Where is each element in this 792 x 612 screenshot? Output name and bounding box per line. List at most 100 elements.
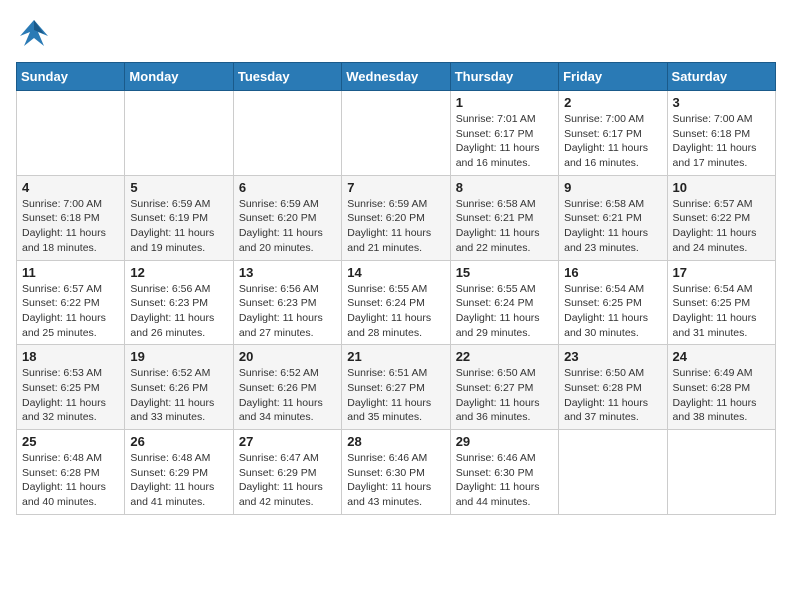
day-number: 19: [130, 349, 227, 364]
day-info: Sunrise: 6:49 AM Sunset: 6:28 PM Dayligh…: [673, 366, 770, 425]
day-number: 28: [347, 434, 444, 449]
day-cell: 8 Sunrise: 6:58 AM Sunset: 6:21 PM Daylig…: [450, 175, 558, 260]
day-info: Sunrise: 7:00 AM Sunset: 6:17 PM Dayligh…: [564, 112, 661, 171]
day-cell: 13 Sunrise: 6:56 AM Sunset: 6:23 PM Dayli…: [233, 260, 341, 345]
day-cell: 11 Sunrise: 6:57 AM Sunset: 6:22 PM Dayli…: [17, 260, 125, 345]
day-cell: 21 Sunrise: 6:51 AM Sunset: 6:27 PM Dayli…: [342, 345, 450, 430]
weekday-header-thursday: Thursday: [450, 63, 558, 91]
day-number: 23: [564, 349, 661, 364]
day-cell: 4 Sunrise: 7:00 AM Sunset: 6:18 PM Daylig…: [17, 175, 125, 260]
day-cell: [233, 91, 341, 176]
weekday-header-saturday: Saturday: [667, 63, 775, 91]
day-info: Sunrise: 6:53 AM Sunset: 6:25 PM Dayligh…: [22, 366, 119, 425]
day-cell: [342, 91, 450, 176]
day-cell: 28 Sunrise: 6:46 AM Sunset: 6:30 PM Dayli…: [342, 430, 450, 515]
day-info: Sunrise: 6:51 AM Sunset: 6:27 PM Dayligh…: [347, 366, 444, 425]
day-number: 4: [22, 180, 119, 195]
day-cell: 27 Sunrise: 6:47 AM Sunset: 6:29 PM Dayli…: [233, 430, 341, 515]
day-info: Sunrise: 6:46 AM Sunset: 6:30 PM Dayligh…: [456, 451, 553, 510]
day-number: 24: [673, 349, 770, 364]
day-info: Sunrise: 6:55 AM Sunset: 6:24 PM Dayligh…: [456, 282, 553, 341]
day-info: Sunrise: 6:59 AM Sunset: 6:20 PM Dayligh…: [239, 197, 336, 256]
calendar-table: SundayMondayTuesdayWednesdayThursdayFrid…: [16, 62, 776, 515]
weekday-header-row: SundayMondayTuesdayWednesdayThursdayFrid…: [17, 63, 776, 91]
day-cell: [559, 430, 667, 515]
day-info: Sunrise: 6:59 AM Sunset: 6:20 PM Dayligh…: [347, 197, 444, 256]
day-cell: 5 Sunrise: 6:59 AM Sunset: 6:19 PM Daylig…: [125, 175, 233, 260]
day-number: 5: [130, 180, 227, 195]
day-cell: 19 Sunrise: 6:52 AM Sunset: 6:26 PM Dayli…: [125, 345, 233, 430]
day-number: 3: [673, 95, 770, 110]
day-cell: 20 Sunrise: 6:52 AM Sunset: 6:26 PM Dayli…: [233, 345, 341, 430]
day-number: 15: [456, 265, 553, 280]
weekday-header-monday: Monday: [125, 63, 233, 91]
day-info: Sunrise: 7:00 AM Sunset: 6:18 PM Dayligh…: [673, 112, 770, 171]
week-row-2: 4 Sunrise: 7:00 AM Sunset: 6:18 PM Daylig…: [17, 175, 776, 260]
day-info: Sunrise: 6:48 AM Sunset: 6:29 PM Dayligh…: [130, 451, 227, 510]
day-number: 8: [456, 180, 553, 195]
day-cell: 2 Sunrise: 7:00 AM Sunset: 6:17 PM Daylig…: [559, 91, 667, 176]
day-number: 13: [239, 265, 336, 280]
day-cell: 10 Sunrise: 6:57 AM Sunset: 6:22 PM Dayli…: [667, 175, 775, 260]
week-row-4: 18Sunrise: 6:53 AM Sunset: 6:25 PM Dayli…: [17, 345, 776, 430]
day-number: 1: [456, 95, 553, 110]
page-header: [16, 16, 776, 52]
weekday-header-wednesday: Wednesday: [342, 63, 450, 91]
day-number: 14: [347, 265, 444, 280]
day-number: 17: [673, 265, 770, 280]
week-row-1: 1Sunrise: 7:01 AM Sunset: 6:17 PM Daylig…: [17, 91, 776, 176]
day-number: 7: [347, 180, 444, 195]
day-cell: 16 Sunrise: 6:54 AM Sunset: 6:25 PM Dayli…: [559, 260, 667, 345]
logo-icon: [16, 16, 52, 52]
week-row-5: 25 Sunrise: 6:48 AM Sunset: 6:28 PM Dayli…: [17, 430, 776, 515]
day-info: Sunrise: 6:59 AM Sunset: 6:19 PM Dayligh…: [130, 197, 227, 256]
day-info: Sunrise: 6:52 AM Sunset: 6:26 PM Dayligh…: [239, 366, 336, 425]
day-number: 27: [239, 434, 336, 449]
logo: [16, 16, 58, 52]
day-info: Sunrise: 6:57 AM Sunset: 6:22 PM Dayligh…: [673, 197, 770, 256]
day-cell: 23Sunrise: 6:50 AM Sunset: 6:28 PM Dayli…: [559, 345, 667, 430]
day-info: Sunrise: 6:48 AM Sunset: 6:28 PM Dayligh…: [22, 451, 119, 510]
weekday-header-tuesday: Tuesday: [233, 63, 341, 91]
day-number: 20: [239, 349, 336, 364]
day-info: Sunrise: 6:54 AM Sunset: 6:25 PM Dayligh…: [673, 282, 770, 341]
day-cell: 18Sunrise: 6:53 AM Sunset: 6:25 PM Dayli…: [17, 345, 125, 430]
day-info: Sunrise: 6:54 AM Sunset: 6:25 PM Dayligh…: [564, 282, 661, 341]
day-info: Sunrise: 6:55 AM Sunset: 6:24 PM Dayligh…: [347, 282, 444, 341]
day-cell: 7 Sunrise: 6:59 AM Sunset: 6:20 PM Daylig…: [342, 175, 450, 260]
day-cell: 29Sunrise: 6:46 AM Sunset: 6:30 PM Dayli…: [450, 430, 558, 515]
day-cell: 1Sunrise: 7:01 AM Sunset: 6:17 PM Daylig…: [450, 91, 558, 176]
day-info: Sunrise: 6:58 AM Sunset: 6:21 PM Dayligh…: [456, 197, 553, 256]
day-cell: 24 Sunrise: 6:49 AM Sunset: 6:28 PM Dayli…: [667, 345, 775, 430]
day-cell: 17 Sunrise: 6:54 AM Sunset: 6:25 PM Dayli…: [667, 260, 775, 345]
day-info: Sunrise: 6:46 AM Sunset: 6:30 PM Dayligh…: [347, 451, 444, 510]
day-number: 6: [239, 180, 336, 195]
day-number: 16: [564, 265, 661, 280]
day-info: Sunrise: 6:57 AM Sunset: 6:22 PM Dayligh…: [22, 282, 119, 341]
day-info: Sunrise: 6:47 AM Sunset: 6:29 PM Dayligh…: [239, 451, 336, 510]
day-number: 2: [564, 95, 661, 110]
day-cell: 22Sunrise: 6:50 AM Sunset: 6:27 PM Dayli…: [450, 345, 558, 430]
day-number: 25: [22, 434, 119, 449]
day-number: 11: [22, 265, 119, 280]
day-info: Sunrise: 6:52 AM Sunset: 6:26 PM Dayligh…: [130, 366, 227, 425]
day-cell: 6 Sunrise: 6:59 AM Sunset: 6:20 PM Daylig…: [233, 175, 341, 260]
day-cell: [125, 91, 233, 176]
day-cell: 25 Sunrise: 6:48 AM Sunset: 6:28 PM Dayli…: [17, 430, 125, 515]
day-info: Sunrise: 7:00 AM Sunset: 6:18 PM Dayligh…: [22, 197, 119, 256]
day-number: 10: [673, 180, 770, 195]
day-cell: 15 Sunrise: 6:55 AM Sunset: 6:24 PM Dayli…: [450, 260, 558, 345]
day-cell: 26Sunrise: 6:48 AM Sunset: 6:29 PM Dayli…: [125, 430, 233, 515]
day-number: 9: [564, 180, 661, 195]
day-cell: [667, 430, 775, 515]
day-cell: 9 Sunrise: 6:58 AM Sunset: 6:21 PM Daylig…: [559, 175, 667, 260]
weekday-header-sunday: Sunday: [17, 63, 125, 91]
day-number: 22: [456, 349, 553, 364]
day-info: Sunrise: 6:56 AM Sunset: 6:23 PM Dayligh…: [130, 282, 227, 341]
week-row-3: 11 Sunrise: 6:57 AM Sunset: 6:22 PM Dayli…: [17, 260, 776, 345]
day-cell: [17, 91, 125, 176]
day-info: Sunrise: 6:58 AM Sunset: 6:21 PM Dayligh…: [564, 197, 661, 256]
day-info: Sunrise: 6:56 AM Sunset: 6:23 PM Dayligh…: [239, 282, 336, 341]
weekday-header-friday: Friday: [559, 63, 667, 91]
day-number: 21: [347, 349, 444, 364]
